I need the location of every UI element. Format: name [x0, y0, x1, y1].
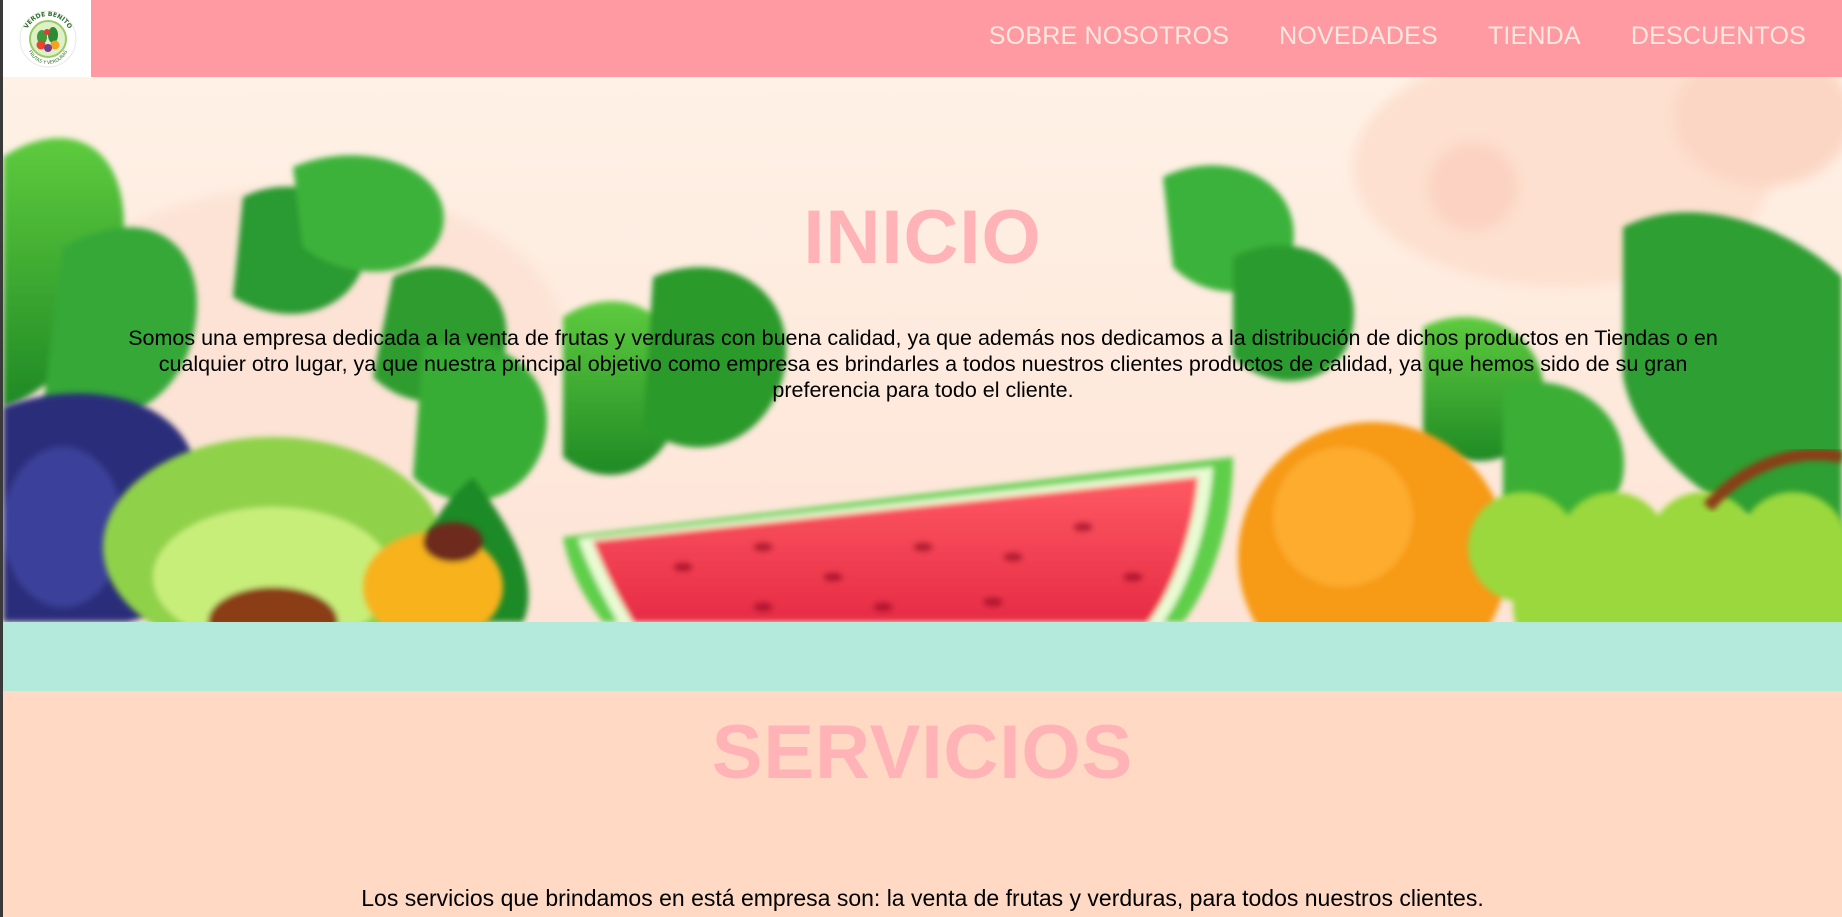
hero-description: Somos una empresa dedicada a la venta de… — [128, 326, 1718, 402]
window-left-edge — [0, 0, 3, 917]
nav-link-descuentos[interactable]: DESCUENTOS — [1631, 22, 1806, 55]
brand-logo[interactable]: VERDE BENITO FRUTAS Y VERDURAS — [3, 0, 91, 77]
services-section: SERVICIOS Los servicios que brindamos en… — [3, 691, 1842, 917]
top-navbar: VERDE BENITO FRUTAS Y VERDURAS SOBRE NOS… — [0, 0, 1842, 77]
nav-link-novedades[interactable]: NOVEDADES — [1279, 22, 1438, 55]
main-nav: SOBRE NOSOTROS NOVEDADES TIENDA DESCUENT… — [989, 0, 1806, 77]
section-divider — [3, 622, 1842, 691]
hero-title: INICIO — [803, 195, 1042, 280]
services-title: SERVICIOS — [711, 710, 1134, 795]
verde-benito-logo-icon: VERDE BENITO FRUTAS Y VERDURAS — [19, 10, 77, 68]
services-description: Los servicios que brindamos en está empr… — [361, 885, 1484, 911]
nav-link-tienda[interactable]: TIENDA — [1488, 22, 1581, 55]
nav-link-sobre-nosotros[interactable]: SOBRE NOSOTROS — [989, 22, 1229, 55]
hero-section: INICIO Somos una empresa dedicada a la v… — [3, 77, 1842, 622]
